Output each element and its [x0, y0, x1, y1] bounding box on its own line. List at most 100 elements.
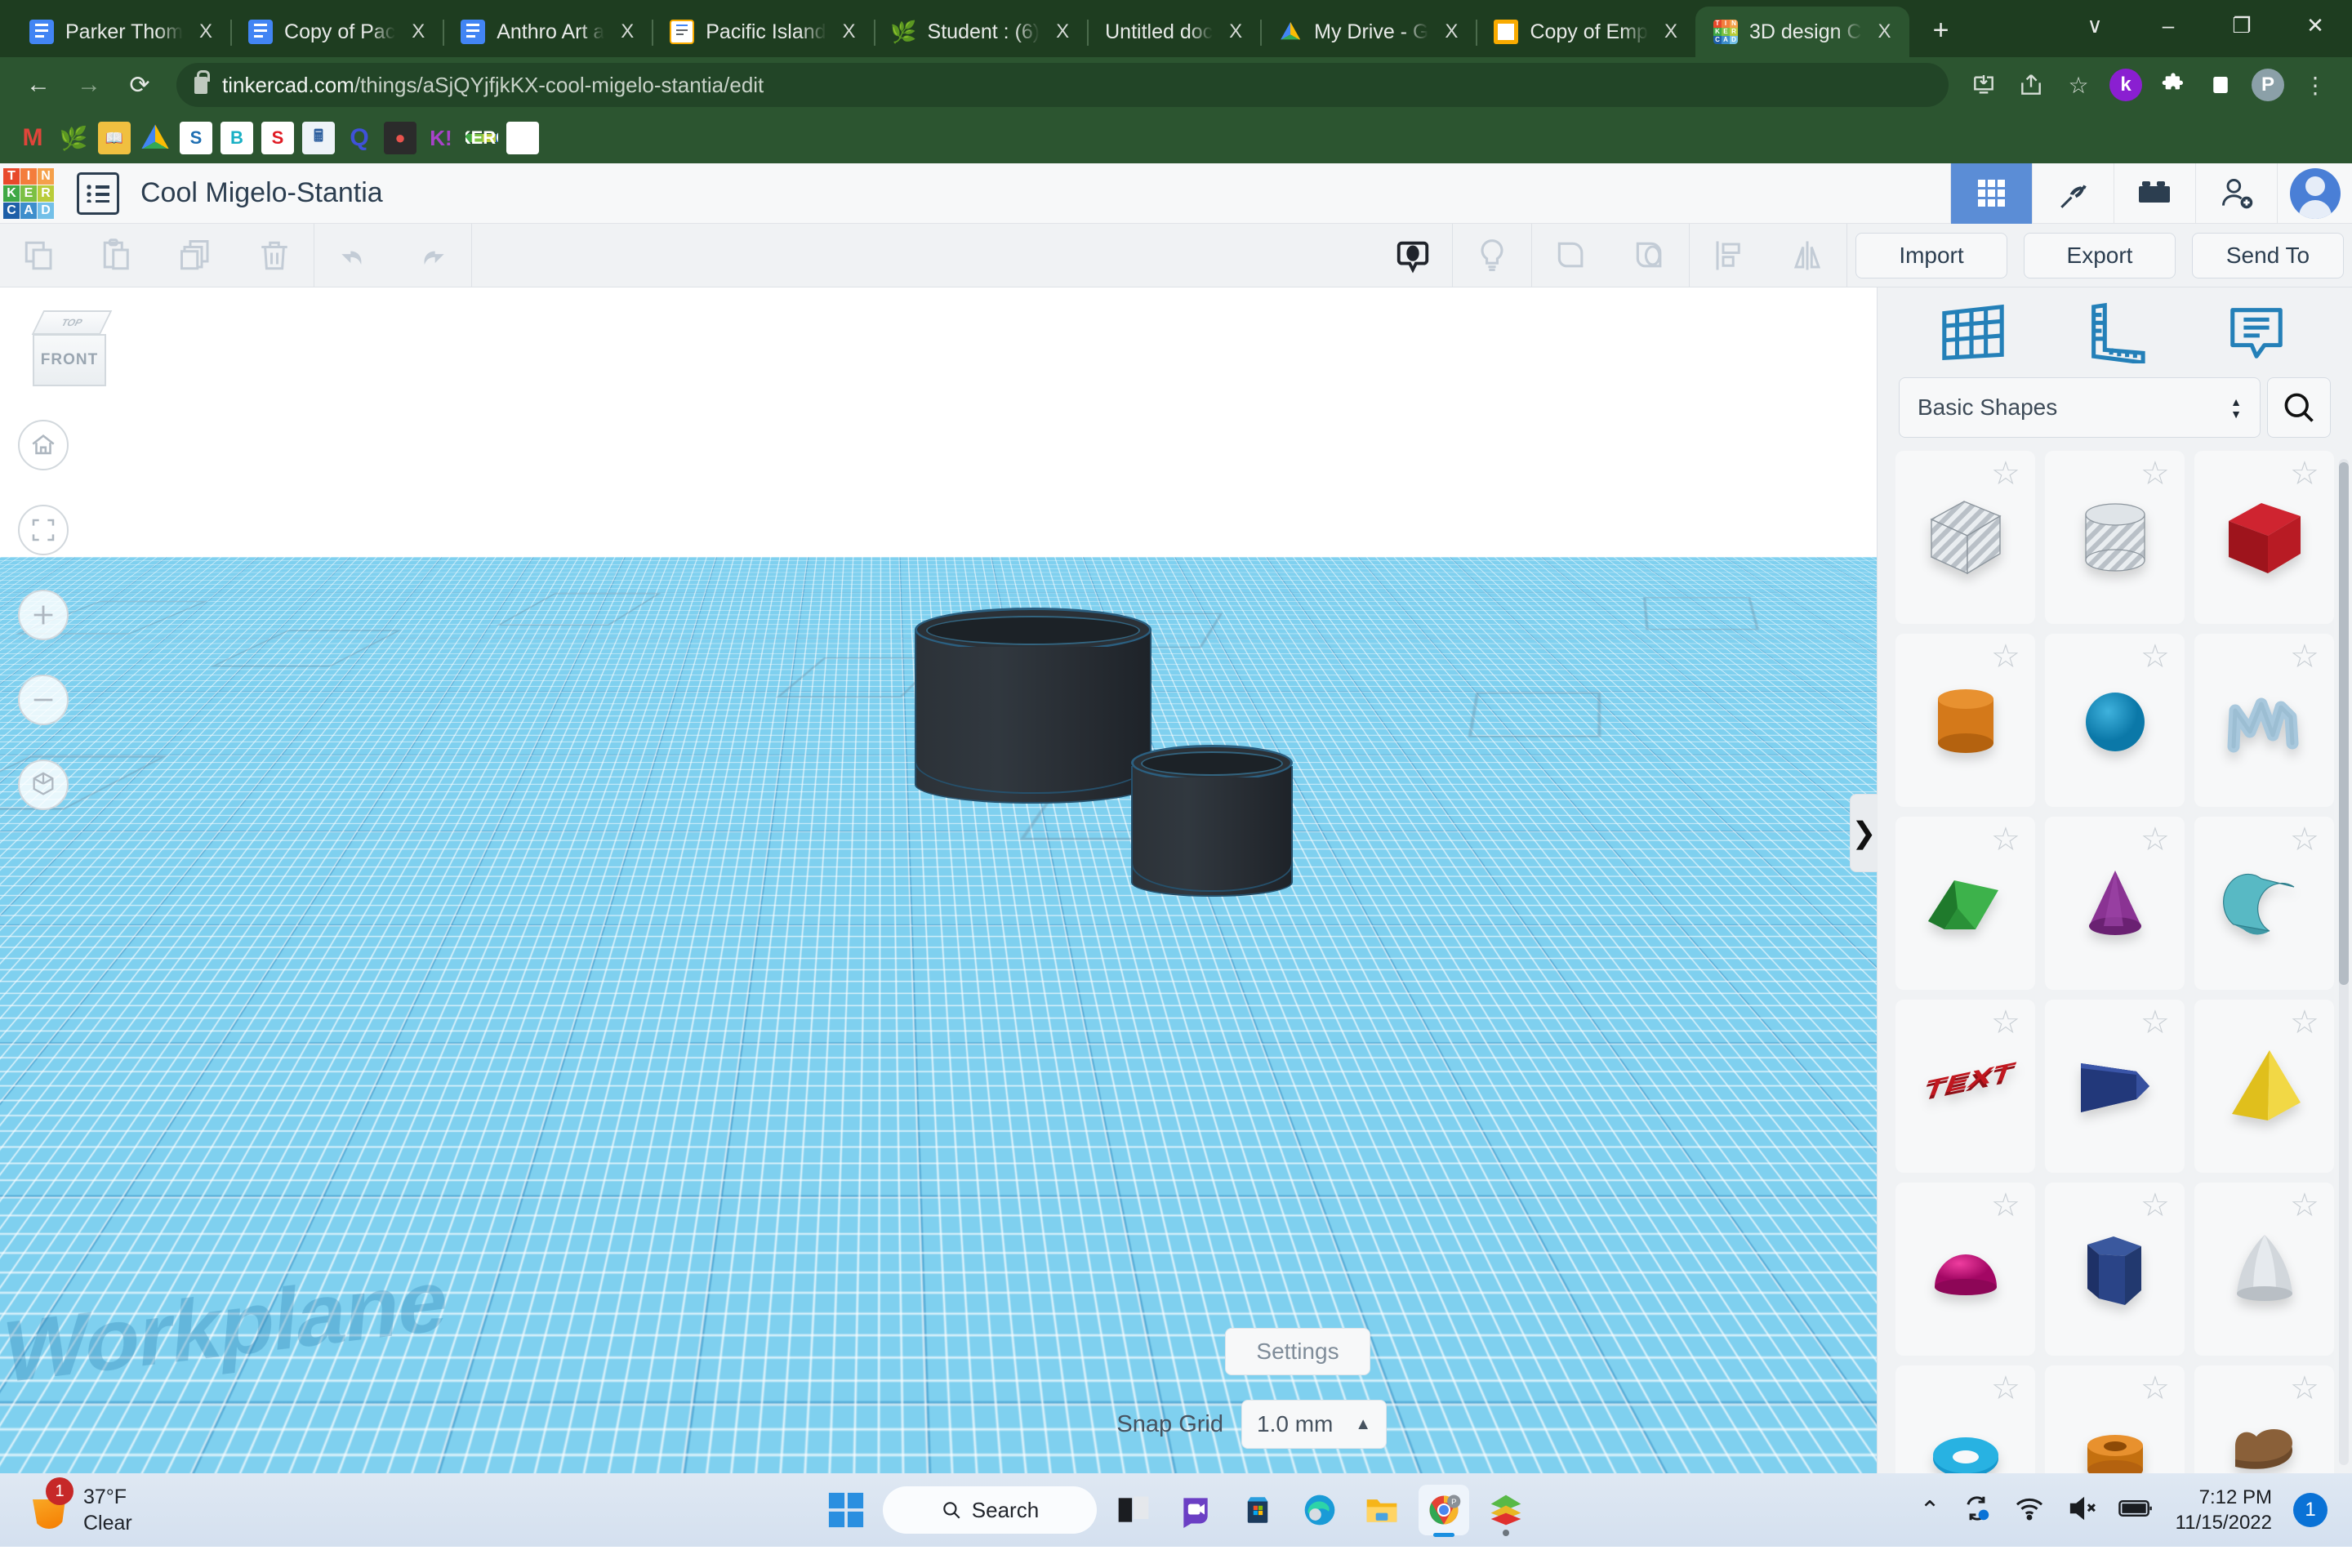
- favorite-star-icon[interactable]: ☆: [1991, 1191, 2024, 1223]
- browser-tab-8-active[interactable]: TIN KER CAD 3D design C X: [1695, 7, 1909, 57]
- ortho-perspective-icon[interactable]: [18, 760, 69, 810]
- mirror-icon[interactable]: [1768, 224, 1846, 287]
- book-bookmark[interactable]: 📖: [98, 122, 131, 154]
- light-bulb-icon[interactable]: [1453, 224, 1531, 287]
- tab-close-icon[interactable]: X: [1873, 20, 1896, 43]
- page-title[interactable]: Cool Migelo-Stantia: [140, 177, 383, 209]
- send-to-button[interactable]: Send To: [2192, 233, 2344, 278]
- browser-tab-7[interactable]: Copy of Emp X: [1476, 7, 1695, 57]
- align-icon[interactable]: [1690, 224, 1768, 287]
- volume-muted-icon[interactable]: [2066, 1493, 2097, 1528]
- teams-icon[interactable]: [1170, 1485, 1221, 1535]
- paste-icon[interactable]: [78, 224, 157, 287]
- tab-close-icon[interactable]: X: [1440, 20, 1463, 43]
- favorite-star-icon[interactable]: ☆: [2290, 1008, 2323, 1040]
- favorite-star-icon[interactable]: ☆: [1991, 1008, 2024, 1040]
- delete-icon[interactable]: [235, 224, 314, 287]
- copy-icon[interactable]: [0, 224, 78, 287]
- taskbar-clock[interactable]: 7:12 PM 11/15/2022: [2176, 1485, 2272, 1535]
- tinkercad-logo[interactable]: T I N K E R C A D: [3, 168, 54, 219]
- home-view-icon[interactable]: [18, 420, 69, 470]
- search-pill[interactable]: Search: [883, 1486, 1097, 1534]
- battery-icon[interactable]: [2118, 1493, 2154, 1528]
- chrome-icon[interactable]: P: [1419, 1485, 1469, 1535]
- profile-icon[interactable]: P: [2246, 63, 2290, 107]
- browser-tab-3[interactable]: Pacific Island X: [652, 7, 873, 57]
- edge-icon[interactable]: [1294, 1485, 1345, 1535]
- workplane-icon[interactable]: [1924, 297, 2022, 368]
- gmail-bookmark[interactable]: M: [16, 122, 49, 154]
- side-panel-icon[interactable]: [2198, 63, 2243, 107]
- chrome-menu-icon[interactable]: ⋮: [2293, 63, 2337, 107]
- tab-close-icon[interactable]: X: [1051, 20, 1074, 43]
- shape-polygon-wedge[interactable]: ☆: [2045, 1000, 2185, 1173]
- kahoot-bookmark[interactable]: K!: [425, 122, 457, 154]
- browser-tab-5[interactable]: Untitled doc X: [1087, 7, 1260, 57]
- search-icon[interactable]: [2267, 377, 2331, 438]
- view-cube-top-face[interactable]: TOP: [32, 310, 113, 335]
- new-tab-button[interactable]: +: [1919, 8, 1963, 52]
- tab-close-icon[interactable]: X: [407, 20, 430, 43]
- lego-brick-icon[interactable]: [2114, 163, 2195, 224]
- shape-hole-cylinder[interactable]: ☆: [2045, 451, 2185, 624]
- panel-collapse-chevron-right-icon[interactable]: ❯: [1850, 794, 1878, 872]
- favorite-star-icon[interactable]: ☆: [2290, 825, 2323, 858]
- shape-cylinder[interactable]: ☆: [1895, 634, 2035, 807]
- show-hide-eye-icon[interactable]: [1374, 224, 1452, 287]
- tab-close-icon[interactable]: X: [838, 20, 861, 43]
- tab-close-icon[interactable]: X: [1659, 20, 1682, 43]
- redo-icon[interactable]: [393, 224, 471, 287]
- shapes-scroll-area[interactable]: ☆ ☆ ☆ ☆ ☆ ☆ ☆ ☆ ☆ ☆ TEXT TEXT ☆ ☆ ☆ ☆ ☆ …: [1878, 451, 2352, 1473]
- plant-bookmark[interactable]: 🌿: [57, 122, 90, 154]
- favorite-star-icon[interactable]: ☆: [2140, 1374, 2173, 1406]
- duplicate-icon[interactable]: [157, 224, 235, 287]
- forward-icon[interactable]: →: [65, 61, 113, 109]
- bitmoji-bookmark[interactable]: ●: [384, 122, 416, 154]
- shapes-scrollbar-thumb[interactable]: [2339, 462, 2349, 985]
- shape-roof[interactable]: ☆: [1895, 817, 2035, 990]
- minecraft-pickaxe-icon[interactable]: [2032, 163, 2114, 224]
- favorite-star-icon[interactable]: ☆: [2140, 825, 2173, 858]
- drive-bookmark[interactable]: [139, 122, 172, 154]
- bookmark-star-icon[interactable]: ☆: [2056, 63, 2100, 107]
- grid-apps-icon[interactable]: [1950, 163, 2032, 224]
- fit-all-icon[interactable]: [18, 505, 69, 555]
- avatar-container[interactable]: [2277, 163, 2352, 224]
- seesaw-icon[interactable]: [1481, 1485, 1531, 1535]
- favorite-star-icon[interactable]: ☆: [2140, 642, 2173, 675]
- onedrive-sync-icon[interactable]: [1962, 1493, 1993, 1528]
- favorite-star-icon[interactable]: ☆: [2290, 1374, 2323, 1406]
- calculator-bookmark[interactable]: 🖩: [302, 122, 335, 154]
- seesaw-bookmark[interactable]: S: [261, 122, 294, 154]
- browser-tab-2[interactable]: Anthro Art a X: [443, 7, 652, 57]
- shape-hexagonal-prism[interactable]: ☆: [2045, 1183, 2185, 1356]
- doc-bookmark[interactable]: [506, 122, 539, 154]
- shape-half-sphere[interactable]: ☆: [1895, 1183, 2035, 1356]
- favorite-star-icon[interactable]: ☆: [2290, 1191, 2323, 1223]
- import-button[interactable]: Import: [1855, 233, 2007, 278]
- export-button[interactable]: Export: [2024, 233, 2176, 278]
- zoom-out-icon[interactable]: [18, 675, 69, 725]
- install-icon[interactable]: [1962, 63, 2006, 107]
- shape-tube[interactable]: ☆: [2045, 1365, 2185, 1473]
- task-view-icon[interactable]: [1108, 1485, 1159, 1535]
- zoom-in-icon[interactable]: [18, 590, 69, 640]
- ruler-icon[interactable]: [2065, 297, 2163, 368]
- favorite-star-icon[interactable]: ☆: [1991, 825, 2024, 858]
- share-icon[interactable]: [2009, 63, 2053, 107]
- maximize-icon[interactable]: ❐: [2205, 0, 2278, 51]
- shape-category-select[interactable]: Basic Shapes ▲ ▼: [1899, 377, 2261, 438]
- shape-half-cylinder[interactable]: ☆: [2194, 817, 2334, 990]
- shape-box[interactable]: ☆: [2194, 451, 2334, 624]
- favorite-star-icon[interactable]: ☆: [1991, 1374, 2024, 1406]
- minimize-icon[interactable]: –: [2132, 0, 2205, 51]
- tab-close-icon[interactable]: X: [194, 20, 217, 43]
- add-person-icon[interactable]: [2195, 163, 2277, 224]
- start-icon[interactable]: [821, 1485, 871, 1535]
- schoology-bookmark[interactable]: S: [180, 122, 212, 154]
- address-bar[interactable]: tinkercad.com/things/aSjQYjfjkKX-cool-mi…: [176, 63, 1949, 107]
- view-cube[interactable]: TOP FRONT: [31, 310, 113, 389]
- favorite-star-icon[interactable]: ☆: [2140, 459, 2173, 492]
- shape-text[interactable]: ☆ TEXT TEXT: [1895, 1000, 2035, 1173]
- browser-tab-4[interactable]: 🌿 Student : (6) X: [874, 7, 1088, 57]
